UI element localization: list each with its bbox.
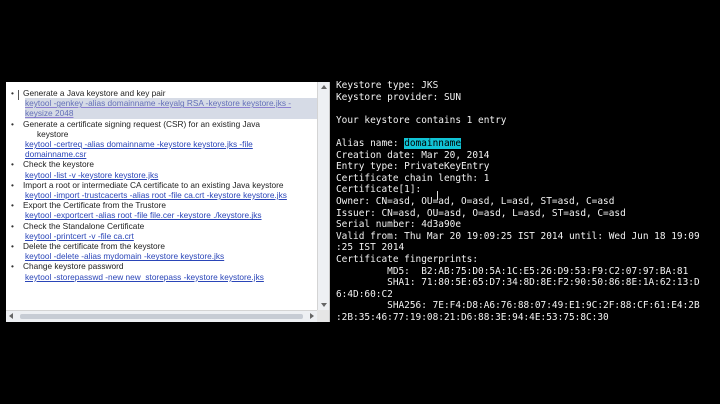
command-link[interactable]: domainname.csr — [25, 149, 317, 159]
scroll-left-arrow-icon[interactable] — [9, 313, 13, 319]
command-link[interactable]: keytool -storepasswd -new new_storepass … — [25, 272, 317, 282]
terminal-line: Issuer: CN=asd, OU=asd, O=asd, L=asd, ST… — [336, 207, 626, 219]
document-content[interactable]: Generate a Java keystore and key pairkey… — [6, 82, 317, 310]
terminal-window[interactable]: Keystore type: JKS Keystore provider: SU… — [334, 80, 720, 324]
scroll-down-arrow-icon[interactable] — [321, 303, 327, 307]
command-link[interactable]: keytool -printcert -v -file ca.crt — [25, 231, 317, 241]
terminal-line: :25 IST 2014 — [336, 242, 405, 254]
horizontal-scroll-thumb[interactable] — [20, 314, 303, 319]
instruction-continuation: keystore — [37, 128, 69, 139]
terminal-line: Certificate chain length: 1 — [336, 172, 490, 184]
scrollbar-corner — [317, 310, 329, 322]
video-frame: Generate a Java keystore and key pairkey… — [0, 0, 720, 404]
terminal-line: Keystore type: JKS — [336, 80, 439, 91]
terminal-line: Alias name: — [336, 137, 405, 149]
instruction-bullet: Import a root or intermediate CA certifi… — [23, 180, 317, 190]
instruction-bullet: Check the keystore — [23, 159, 317, 169]
terminal-line: Valid from: Thu Mar 20 19:09:25 IST 2014… — [336, 230, 700, 242]
instruction-bullet: Export the Certificate from the Trustore — [23, 200, 317, 210]
terminal-line: Owner: CN=asd, OU=ad, O=asd, L=asd, ST=a… — [336, 195, 615, 207]
instruction-bullet: Check the Standalone Certificate — [23, 221, 317, 231]
terminal-line: 6:4D:60:C2 — [336, 288, 393, 300]
command-link[interactable]: keytool -certreq -alias domainname -keys… — [25, 139, 317, 149]
terminal-line: Serial number: 4d3a90e — [336, 219, 462, 231]
terminal-line: SHA1: 71:80:5E:65:D7:34:8D:8E:F2:90:50:8… — [336, 277, 700, 289]
terminal-output[interactable]: Keystore type: JKS Keystore provider: SU… — [334, 80, 720, 323]
terminal-line: Certificate[1]: — [336, 184, 422, 196]
command-link[interactable]: keytool -genkey -alias domainname -keyal… — [25, 98, 317, 109]
terminal-line: Entry type: PrivateKeyEntry — [336, 161, 490, 173]
vertical-scrollbar[interactable] — [317, 82, 329, 310]
terminal-line: SHA256: 7E:F4:D8:A6:76:88:07:49:E1:9C:2F… — [336, 300, 700, 312]
command-link[interactable]: keytool -import -trustcacerts -alias roo… — [25, 190, 317, 200]
command-link[interactable]: keysize 2048 — [25, 108, 317, 119]
terminal-line: MD5: B2:AB:75:D0:5A:1C:E5:26:D9:53:F9:C2… — [336, 265, 689, 277]
terminal-line: Creation date: Mar 20, 2014 — [336, 149, 490, 161]
instruction-bullet: Generate a Java keystore and key pair — [23, 88, 317, 98]
text-cursor — [18, 90, 19, 100]
horizontal-scrollbar[interactable] — [6, 310, 317, 322]
command-link[interactable]: keytool -exportcert -alias root -file fi… — [25, 210, 317, 220]
terminal-line: Your keystore contains 1 entry — [336, 114, 507, 126]
terminal-line: Keystore provider: SUN — [336, 91, 462, 103]
bottom-black-bar — [0, 322, 720, 404]
document-panel[interactable]: Generate a Java keystore and key pairkey… — [6, 82, 330, 322]
terminal-line: Certificate fingerprints: — [336, 253, 479, 265]
instruction-bullet: Delete the certificate from the keystore — [23, 241, 317, 251]
instruction-bullet: Change keystore password — [23, 261, 317, 271]
instruction-bullet: Generate a certificate signing request (… — [23, 119, 317, 129]
mouse-ibeam-cursor-icon — [437, 191, 438, 200]
scroll-up-arrow-icon[interactable] — [321, 85, 327, 89]
command-link[interactable]: keytool -list -v -keystore keystore.jks — [25, 170, 317, 180]
scroll-right-arrow-icon[interactable] — [310, 313, 314, 319]
selected-alias-text[interactable]: domainname — [404, 137, 462, 149]
command-link[interactable]: keytool -delete -alias mydomain -keystor… — [25, 251, 317, 261]
